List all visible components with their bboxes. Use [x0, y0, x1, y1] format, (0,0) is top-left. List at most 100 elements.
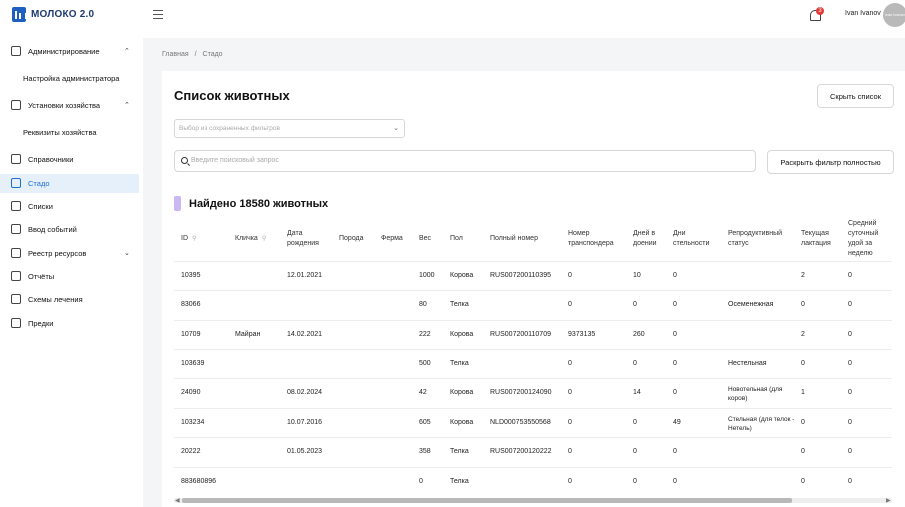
row-divider — [174, 467, 892, 468]
sidebar-item[interactable]: Администрирование ⌃ — [0, 42, 139, 61]
table-cell: Новотельная (для коров) — [728, 386, 783, 402]
row-divider — [174, 349, 892, 350]
table-cell: 08.02.2024 — [287, 389, 323, 396]
table-cell: 10709 — [181, 331, 201, 338]
column-header-label: Полный номер — [490, 235, 538, 242]
sidebar-item[interactable]: Установки хозяйства ⌃ — [0, 96, 139, 115]
table-cell: RUS007200124090 — [490, 389, 552, 396]
column-header[interactable]: Дни стельности — [673, 229, 718, 249]
breadcrumb-home[interactable]: Главная — [162, 51, 189, 58]
sidebar-item[interactable]: Схемы лечения — [0, 290, 139, 309]
table-cell: Корова — [450, 419, 474, 426]
table-cell: 0 — [848, 419, 852, 426]
table-cell: 0 — [848, 360, 852, 367]
user-name[interactable]: Ivan Ivanov — [845, 10, 881, 17]
table-cell: 0 — [568, 272, 572, 279]
table-cell: Корова — [450, 331, 474, 338]
column-header[interactable]: Полный номер — [490, 234, 560, 244]
column-header[interactable]: Порода — [339, 234, 369, 244]
table-cell: 42 — [419, 389, 427, 396]
row-divider — [174, 378, 892, 379]
column-header[interactable]: Пол — [450, 234, 480, 244]
sidebar-subitem[interactable]: Реквизиты хозяйства — [23, 128, 97, 137]
column-header[interactable]: Кличка ⚲ — [235, 234, 275, 244]
column-header[interactable]: Вес — [419, 234, 439, 244]
chevron-up-icon[interactable]: ⌃ — [124, 101, 130, 109]
chevron-down-icon: ⌄ — [393, 125, 399, 132]
sidebar-subitem[interactable]: Настройка администратора — [23, 74, 119, 83]
table-cell: 260 — [633, 331, 645, 338]
breadcrumb: Главная / Стадо — [162, 51, 223, 58]
table-cell: 0 — [801, 448, 805, 455]
table-cell: Телка — [450, 301, 469, 308]
table-cell: 222 — [419, 331, 431, 338]
column-header-label: Дата рождения — [287, 230, 319, 247]
table-cell: 0 — [568, 389, 572, 396]
sidebar-item[interactable]: Стадо — [0, 174, 139, 193]
table-cell: 49 — [673, 419, 681, 426]
sidebar-item[interactable]: Реестр ресурсов ⌄ — [0, 244, 139, 263]
menu-toggle-icon[interactable] — [153, 10, 163, 19]
sidebar: Администрирование ⌃ Настройка администрато… — [0, 38, 143, 507]
table-cell: 0 — [419, 478, 423, 485]
table-cell: Стельная (для телок - Нетель) — [728, 416, 795, 432]
column-header[interactable]: Дней в доении — [633, 229, 663, 249]
sidebar-item-label: Предки — [28, 319, 54, 328]
hide-list-button[interactable]: Скрыть список — [817, 84, 894, 108]
column-header-label: Средний суточный удой за неделю — [848, 220, 879, 257]
column-header[interactable]: Репродуктивный статус — [728, 229, 798, 249]
column-header-label: Текущая лактация — [801, 230, 831, 247]
sidebar-item[interactable]: Предки — [0, 314, 139, 333]
search-input[interactable]: Введите поисковый запрос — [174, 150, 756, 172]
chevron-up-icon[interactable]: ⌃ — [124, 47, 130, 55]
column-header[interactable]: Ферма — [381, 234, 411, 244]
resources-icon — [11, 248, 21, 258]
table-cell: 12.01.2021 — [287, 272, 323, 279]
table-cell: RUS007200120222 — [490, 448, 552, 455]
column-header[interactable]: ID ⚲ — [181, 234, 221, 244]
table-cell: 358 — [419, 448, 431, 455]
table-cell: Корова — [450, 272, 474, 279]
app-logo[interactable]: МОЛОКО 2.0 — [12, 7, 94, 22]
logo-icon — [12, 7, 27, 22]
scroll-right-icon[interactable]: ▶ — [886, 497, 891, 504]
column-header[interactable]: Текущая лактация — [801, 229, 841, 249]
column-header[interactable]: Дата рождения — [287, 229, 327, 249]
table-cell: 0 — [801, 478, 805, 485]
sidebar-item-label: Ввод событий — [28, 225, 77, 234]
sidebar-item-label: Стадо — [28, 179, 50, 188]
table-cell: 0 — [633, 419, 637, 426]
list-icon — [11, 201, 21, 211]
column-header-label: Дней в доении — [633, 230, 657, 247]
events-icon — [11, 224, 21, 234]
table-cell: 0 — [673, 360, 677, 367]
expand-filter-button[interactable]: Раскрыть фильтр полностью — [767, 150, 894, 174]
search-placeholder: Введите поисковый запрос — [191, 157, 279, 164]
table-cell: RUS007200110709 — [490, 331, 551, 338]
column-search-icon[interactable]: ⚲ — [192, 236, 196, 242]
row-divider — [174, 437, 892, 438]
sidebar-item[interactable]: Списки — [0, 197, 139, 216]
report-icon — [11, 271, 21, 281]
top-bar: МОЛОКО 2.0 3 Ivan Ivanov ivan ivanov — [0, 0, 905, 38]
scrollbar-thumb[interactable] — [182, 498, 792, 503]
scroll-left-icon[interactable]: ◀ — [175, 497, 180, 504]
column-header[interactable]: Средний суточный удой за неделю — [848, 219, 893, 259]
breadcrumb-current: Стадо — [202, 51, 223, 58]
table-cell: 24090 — [181, 389, 201, 396]
column-search-icon[interactable]: ⚲ — [262, 236, 266, 242]
table-cell: 605 — [419, 419, 431, 426]
table-cell: 14.02.2021 — [287, 331, 323, 338]
column-header[interactable]: Номер транспондера — [568, 229, 623, 249]
chevron-down-icon[interactable]: ⌄ — [124, 249, 130, 257]
saved-filters-select[interactable]: Выбор из сохраненных фильтров ⌄ — [174, 119, 405, 138]
table-cell: 0 — [801, 301, 805, 308]
table-cell: 0 — [848, 331, 852, 338]
table-cell: 20222 — [181, 448, 201, 455]
found-count: Найдено 18580 животных — [189, 198, 329, 210]
table-cell: 103234 — [181, 419, 205, 426]
sidebar-item[interactable]: Ввод событий — [0, 220, 139, 239]
avatar[interactable]: ivan ivanov — [883, 3, 905, 27]
sidebar-item[interactable]: Справочники — [0, 150, 139, 169]
sidebar-item[interactable]: Отчёты — [0, 267, 139, 286]
